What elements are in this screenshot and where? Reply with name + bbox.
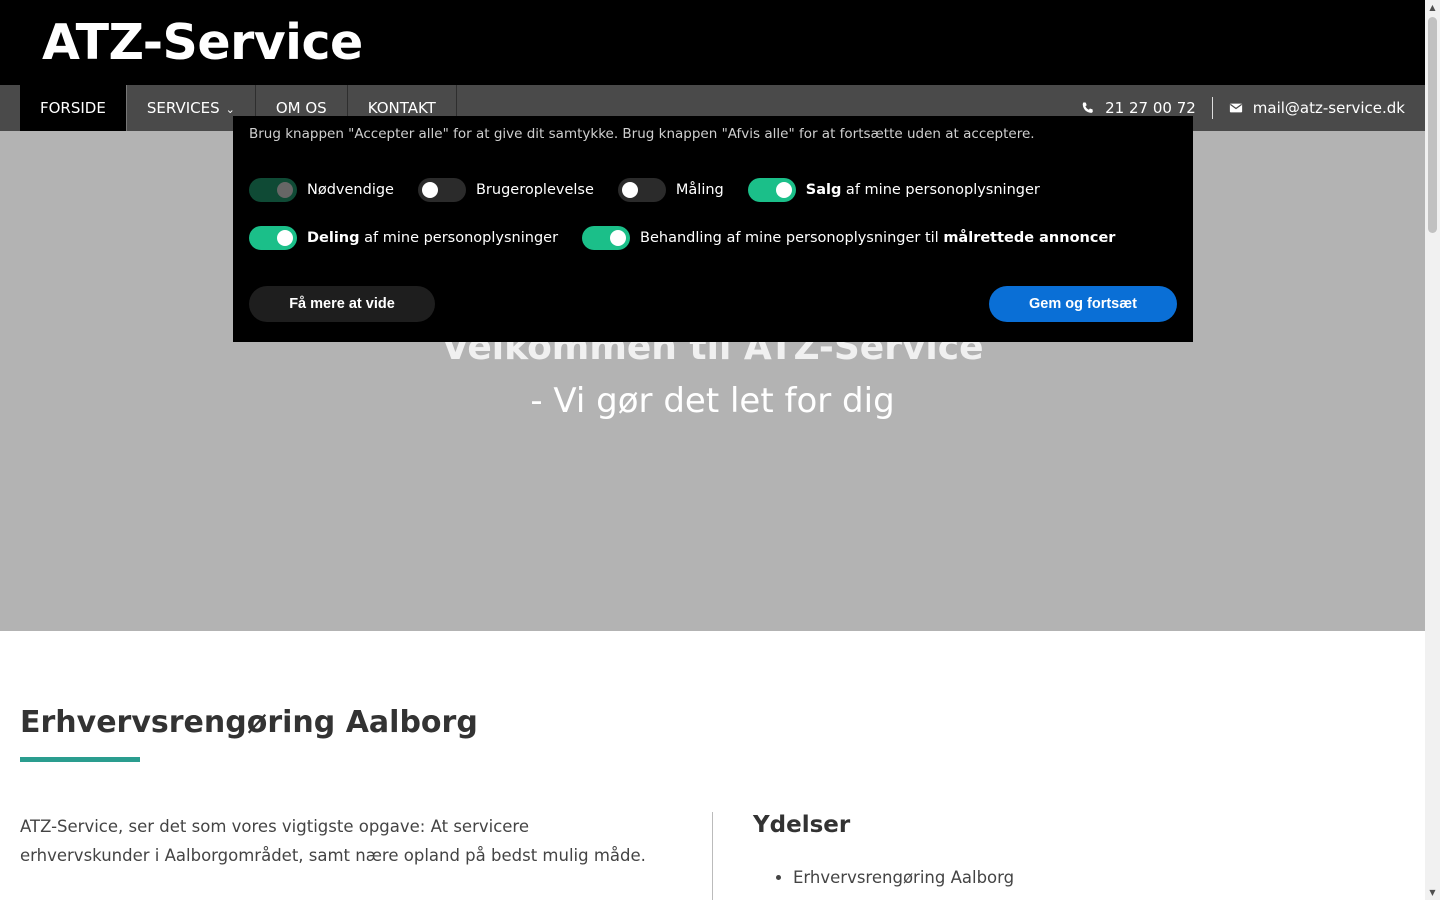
scroll-up-arrow-icon[interactable]: ▲	[1425, 0, 1440, 15]
phone-link[interactable]: 21 27 00 72	[1065, 99, 1212, 117]
top-header: ATZ-Service	[0, 0, 1425, 85]
toggle-sharing[interactable]: Deling af mine personoplysninger	[249, 226, 558, 250]
toggle-knob	[421, 182, 438, 198]
scroll-down-arrow-icon[interactable]: ▼	[1425, 885, 1440, 900]
toggle-necessary[interactable]: Nødvendige	[249, 178, 394, 202]
nav-item-label: KONTAKT	[367, 99, 436, 117]
toggle-label-prefix: Behandling af mine personoplysninger til	[640, 230, 944, 246]
toggle-label-rest: af mine personoplysninger	[359, 230, 559, 246]
nav-item-forside[interactable]: FORSIDE	[20, 85, 127, 131]
cookie-consent-dialog: Brug knappen "Accepter alle" for at give…	[233, 116, 1193, 342]
toggle-knob	[277, 230, 293, 246]
services-list-item[interactable]: Erhvervsrengøring Aalborg	[793, 865, 1014, 891]
nav-item-label: FORSIDE	[40, 99, 106, 117]
toggle-label-bold: målrettede annoncer	[943, 230, 1116, 246]
consent-toggle-row: Nødvendige Brugeroplevelse Måling Salg a…	[249, 178, 1064, 202]
services-heading: Ydelser	[753, 812, 851, 838]
toggle-sale[interactable]: Salg af mine personoplysninger	[747, 178, 1040, 202]
site-logo[interactable]: ATZ-Service	[42, 14, 363, 71]
consent-toggle-row: Deling af mine personoplysninger Behandl…	[249, 226, 1139, 250]
toggle-label: Nødvendige	[307, 182, 394, 198]
email-address: mail@atz-service.dk	[1252, 99, 1405, 117]
phone-number: 21 27 00 72	[1105, 99, 1196, 117]
toggle-switch[interactable]	[747, 178, 796, 202]
toggle-label: Måling	[675, 182, 724, 198]
toggle-switch[interactable]	[249, 226, 297, 250]
save-and-continue-button[interactable]: Gem og fortsæt	[989, 286, 1177, 322]
scroll-thumb[interactable]	[1428, 17, 1437, 233]
learn-more-button[interactable]: Få mere at vide	[249, 286, 435, 322]
toggle-label: Salg af mine personoplysninger	[806, 182, 1040, 198]
toggle-label-rest: af mine personoplysninger	[841, 182, 1040, 198]
column-divider	[712, 812, 713, 900]
toggle-switch[interactable]	[249, 178, 297, 202]
consent-text: Brug knappen "Accepter alle" for at give…	[249, 126, 1035, 142]
toggle-user-experience[interactable]: Brugeroplevelse	[417, 178, 594, 202]
email-link[interactable]: mail@atz-service.dk	[1213, 99, 1405, 117]
title-underline	[20, 757, 140, 762]
page: ATZ-Service FORSIDE SERVICES ⌄ OM OS KONT…	[0, 0, 1425, 900]
section-title: Erhvervsrengøring Aalborg	[20, 705, 478, 740]
toggle-knob	[775, 182, 792, 198]
toggle-label: Brugeroplevelse	[475, 182, 594, 198]
toggle-label-bold: Deling	[307, 230, 360, 246]
intro-text: ATZ-Service, ser det som vores vigtigste…	[20, 817, 646, 865]
nav-item-label: SERVICES	[146, 99, 220, 117]
nav-item-label: OM OS	[275, 99, 327, 117]
toggle-switch[interactable]	[617, 178, 666, 202]
toggle-targeted-ads[interactable]: Behandling af mine personoplysninger til…	[582, 226, 1115, 250]
toggle-measurement[interactable]: Måling	[617, 178, 724, 202]
chevron-down-icon: ⌄	[225, 102, 235, 116]
hero-subtitle: - Vi gør det let for dig	[530, 381, 895, 421]
page-scrollbar[interactable]: ▲ ▼	[1425, 0, 1440, 900]
phone-icon	[1082, 102, 1093, 113]
services-list: Erhvervsrengøring Aalborg	[793, 865, 1014, 891]
toggle-label-bold: Salg	[805, 182, 842, 198]
toggle-knob	[610, 230, 627, 246]
toggle-label: Deling af mine personoplysninger	[307, 230, 558, 246]
toggle-switch[interactable]	[417, 178, 466, 202]
toggle-label: Behandling af mine personoplysninger til…	[640, 230, 1115, 246]
toggle-switch[interactable]	[582, 226, 631, 250]
toggle-knob	[277, 182, 293, 198]
envelope-icon	[1229, 103, 1242, 113]
toggle-knob	[621, 182, 638, 198]
